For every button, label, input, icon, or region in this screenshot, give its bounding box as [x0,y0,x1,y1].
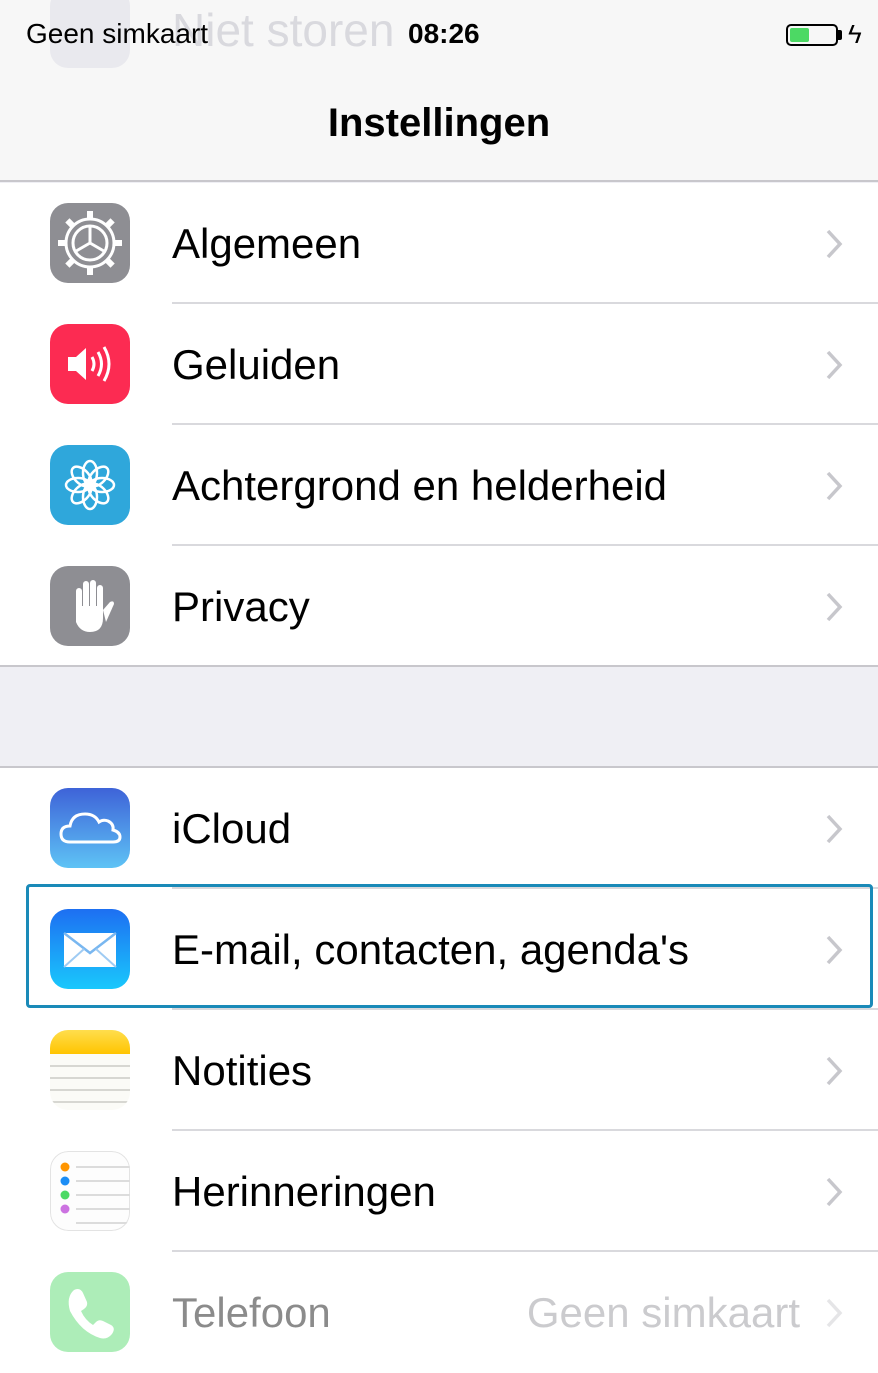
settings-row-label: Telefoon [172,1289,331,1336]
settings-row-detail: Geen simkaart [526,1289,800,1336]
settings-row-herinneringen[interactable]: Herinneringen [0,1131,878,1252]
settings-row-label: Notities [172,1047,313,1094]
chevron-right-icon [826,229,843,259]
battery-nub [838,30,842,40]
carrier-label: Geen simkaart [26,18,209,49]
phone-icon [50,1272,130,1352]
envelope-icon [50,909,130,989]
reminders-icon [50,1151,130,1231]
notes-icon [50,1030,130,1110]
chevron-right-icon [826,1056,843,1086]
settings-row-algemeen[interactable]: Algemeen [0,183,878,304]
settings-row-notities[interactable]: Notities [0,1010,878,1131]
flower-icon [50,445,130,525]
settings-row-label: Privacy [172,583,310,630]
battery-level [790,28,809,42]
status-bar: Niet storen Geen simkaart 08:26 ϟ [0,0,878,70]
settings-row-label: Geluiden [172,341,341,388]
settings-row-icloud[interactable]: iCloud [0,768,878,889]
battery-icon [786,24,838,46]
chevron-right-icon [826,935,843,965]
gear-icon [50,203,130,283]
chevron-right-icon [826,350,843,380]
settings-row-label: iCloud [172,805,292,852]
speaker-icon [50,324,130,404]
settings-row-achtergrond[interactable]: Achtergrond en helderheid [0,425,878,546]
page-title: Instellingen [327,101,551,145]
navigation-bar: Instellingen [0,70,878,182]
bolt-icon: ϟ [848,19,862,49]
row-separator [0,665,878,667]
chevron-right-icon [826,471,843,501]
settings-row-label: Algemeen [172,220,362,267]
chevron-right-icon [826,1298,843,1328]
settings-group-1: Algemeen Geluiden Achtergrond en helderh… [0,183,878,667]
chevron-right-icon [826,592,843,622]
cloud-icon [50,788,130,868]
chevron-right-icon [826,1177,843,1207]
clock: 08:26 [408,18,480,49]
hand-icon [50,566,130,646]
settings-row-privacy[interactable]: Privacy [0,546,878,667]
settings-row-label: Achtergrond en helderheid [172,462,668,509]
settings-row-geluiden[interactable]: Geluiden [0,304,878,425]
settings-group-2: iCloud E-mail, contacten, agenda's Notit… [0,766,878,1373]
settings-row-label: E-mail, contacten, agenda's [172,926,689,973]
chevron-right-icon [826,814,843,844]
settings-row-telefoon[interactable]: Telefoon Geen simkaart [0,1252,878,1373]
settings-row-mail[interactable]: E-mail, contacten, agenda's [0,889,878,1010]
settings-row-label: Herinneringen [172,1168,436,1215]
